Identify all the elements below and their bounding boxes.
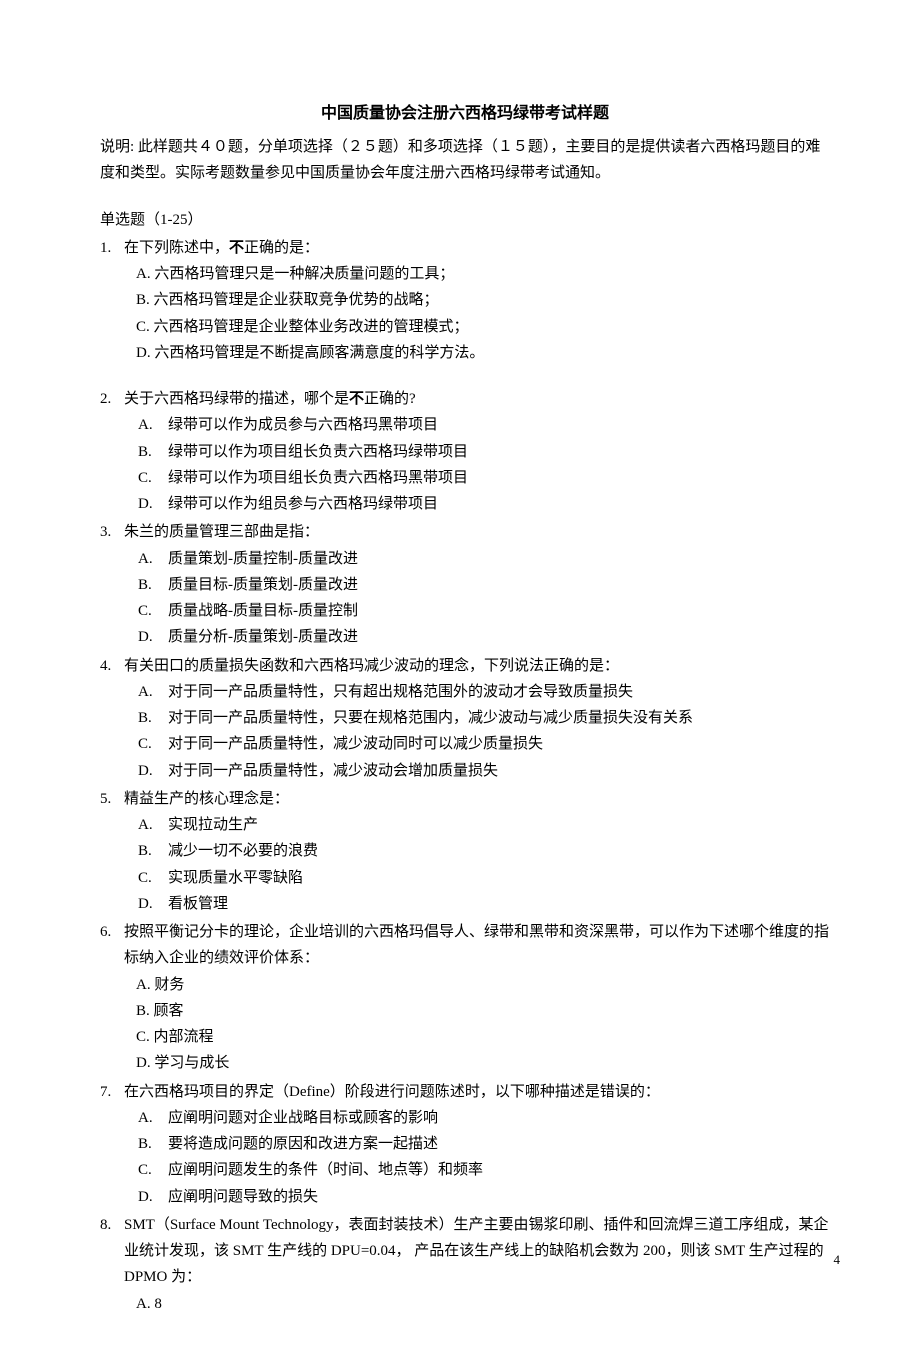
q4-d-t: 对于同一产品质量特性，减少波动会增加质量损失 — [168, 758, 498, 784]
q3-a-t: 质量策划-质量控制-质量改进 — [168, 546, 358, 572]
question-5: 5. 精益生产的核心理念是： A.实现拉动生产 B.减少一切不必要的浪费 C.实… — [100, 786, 830, 917]
q7-b-l: B. — [138, 1131, 168, 1157]
q1-stem-post: 正确的是： — [244, 240, 319, 256]
q2-num: 2. — [100, 386, 124, 412]
q1-stem-pre: 在下列陈述中， — [124, 240, 229, 256]
q4-stem: 有关田口的质量损失函数和六西格玛减少波动的理念，下列说法正确的是： — [124, 653, 830, 679]
doc-intro: 说明: 此样题共４０题，分单项选择（２５题）和多项选择（１５题），主要目的是提供… — [100, 134, 830, 187]
q4-num: 4. — [100, 653, 124, 679]
q4-b-l: B. — [138, 705, 168, 731]
q6-opt-d: D. 学习与成长 — [136, 1050, 830, 1076]
q5-c-l: C. — [138, 865, 168, 891]
question-2: 2. 关于六西格玛绿带的描述，哪个是不正确的? A.绿带可以作为成员参与六西格玛… — [100, 386, 830, 517]
q5-a-l: A. — [138, 812, 168, 838]
q3-a-l: A. — [138, 546, 168, 572]
page-number: 4 — [834, 1249, 841, 1272]
question-1: 1. 在下列陈述中，不正确的是： A. 六西格玛管理只是一种解决质量问题的工具；… — [100, 235, 830, 366]
q5-d-t: 看板管理 — [168, 891, 228, 917]
q7-d-t: 应阐明问题导致的损失 — [168, 1184, 318, 1210]
q2-stem-post: 正确的? — [364, 391, 416, 407]
q6-stem: 按照平衡记分卡的理论，企业培训的六西格玛倡导人、绿带和黑带和资深黑带，可以作为下… — [124, 919, 830, 972]
q7-c-l: C. — [138, 1157, 168, 1183]
q2-stem-pre: 关于六西格玛绿带的描述，哪个是 — [124, 391, 349, 407]
q5-b-l: B. — [138, 838, 168, 864]
q8-stem: SMT（Surface Mount Technology，表面封装技术）生产主要… — [124, 1212, 830, 1291]
q7-stem: 在六西格玛项目的界定（Define）阶段进行问题陈述时，以下哪种描述是错误的： — [124, 1079, 830, 1105]
q3-c-t: 质量战略-质量目标-质量控制 — [168, 598, 358, 624]
question-7: 7. 在六西格玛项目的界定（Define）阶段进行问题陈述时，以下哪种描述是错误… — [100, 1079, 830, 1210]
q3-stem: 朱兰的质量管理三部曲是指： — [124, 519, 830, 545]
q2-d-t: 绿带可以作为组员参与六西格玛绿带项目 — [168, 491, 438, 517]
q1-stem: 在下列陈述中，不正确的是： — [124, 235, 830, 261]
q7-d-l: D. — [138, 1184, 168, 1210]
q3-c-l: C. — [138, 598, 168, 624]
q2-stem-bold: 不 — [349, 391, 364, 407]
q3-b-l: B. — [138, 572, 168, 598]
q4-c-t: 对于同一产品质量特性，减少波动同时可以减少质量损失 — [168, 731, 543, 757]
q7-b-t: 要将造成问题的原因和改进方案一起描述 — [168, 1131, 438, 1157]
q2-d-l: D. — [138, 491, 168, 517]
q4-c-l: C. — [138, 731, 168, 757]
q4-a-t: 对于同一产品质量特性，只有超出规格范围外的波动才会导致质量损失 — [168, 679, 633, 705]
q5-b-t: 减少一切不必要的浪费 — [168, 838, 318, 864]
q4-a-l: A. — [138, 679, 168, 705]
q6-opt-b: B. 顾客 — [136, 998, 830, 1024]
q7-a-l: A. — [138, 1105, 168, 1131]
q8-opt-a: A. 8 — [136, 1291, 830, 1317]
q2-c-l: C. — [138, 465, 168, 491]
q2-c-t: 绿带可以作为项目组长负责六西格玛黑带项目 — [168, 465, 468, 491]
question-3: 3. 朱兰的质量管理三部曲是指： A.质量策划-质量控制-质量改进 B.质量目标… — [100, 519, 830, 650]
q1-opt-d: D. 六西格玛管理是不断提高顾客满意度的科学方法。 — [136, 340, 830, 366]
q2-a-l: A. — [138, 412, 168, 438]
q8-num: 8. — [100, 1212, 124, 1291]
q5-c-t: 实现质量水平零缺陷 — [168, 865, 303, 891]
q3-d-t: 质量分析-质量策划-质量改进 — [168, 624, 358, 650]
q7-c-t: 应阐明问题发生的条件（时间、地点等）和频率 — [168, 1157, 483, 1183]
question-6: 6. 按照平衡记分卡的理论，企业培训的六西格玛倡导人、绿带和黑带和资深黑带，可以… — [100, 919, 830, 1077]
q2-b-t: 绿带可以作为项目组长负责六西格玛绿带项目 — [168, 439, 468, 465]
q1-opt-a: A. 六西格玛管理只是一种解决质量问题的工具； — [136, 261, 830, 287]
q1-num: 1. — [100, 235, 124, 261]
q1-stem-bold: 不 — [229, 240, 244, 256]
q2-stem: 关于六西格玛绿带的描述，哪个是不正确的? — [124, 386, 830, 412]
q4-b-t: 对于同一产品质量特性，只要在规格范围内，减少波动与减少质量损失没有关系 — [168, 705, 693, 731]
section-header: 单选题（1-25） — [100, 207, 830, 233]
q7-num: 7. — [100, 1079, 124, 1105]
q2-a-t: 绿带可以作为成员参与六西格玛黑带项目 — [168, 412, 438, 438]
doc-title: 中国质量协会注册六西格玛绿带考试样题 — [100, 100, 830, 128]
q5-num: 5. — [100, 786, 124, 812]
q5-d-l: D. — [138, 891, 168, 917]
q3-d-l: D. — [138, 624, 168, 650]
q2-b-l: B. — [138, 439, 168, 465]
q5-a-t: 实现拉动生产 — [168, 812, 258, 838]
question-4: 4. 有关田口的质量损失函数和六西格玛减少波动的理念，下列说法正确的是： A.对… — [100, 653, 830, 784]
q5-stem: 精益生产的核心理念是： — [124, 786, 830, 812]
q1-opt-b: B. 六西格玛管理是企业获取竞争优势的战略； — [136, 287, 830, 313]
q6-opt-c: C. 内部流程 — [136, 1024, 830, 1050]
q7-a-t: 应阐明问题对企业战略目标或顾客的影响 — [168, 1105, 438, 1131]
q6-num: 6. — [100, 919, 124, 972]
q6-opt-a: A. 财务 — [136, 972, 830, 998]
q1-opt-c: C. 六西格玛管理是企业整体业务改进的管理模式； — [136, 314, 830, 340]
q4-d-l: D. — [138, 758, 168, 784]
question-8: 8. SMT（Surface Mount Technology，表面封装技术）生… — [100, 1212, 830, 1317]
q3-num: 3. — [100, 519, 124, 545]
q3-b-t: 质量目标-质量策划-质量改进 — [168, 572, 358, 598]
